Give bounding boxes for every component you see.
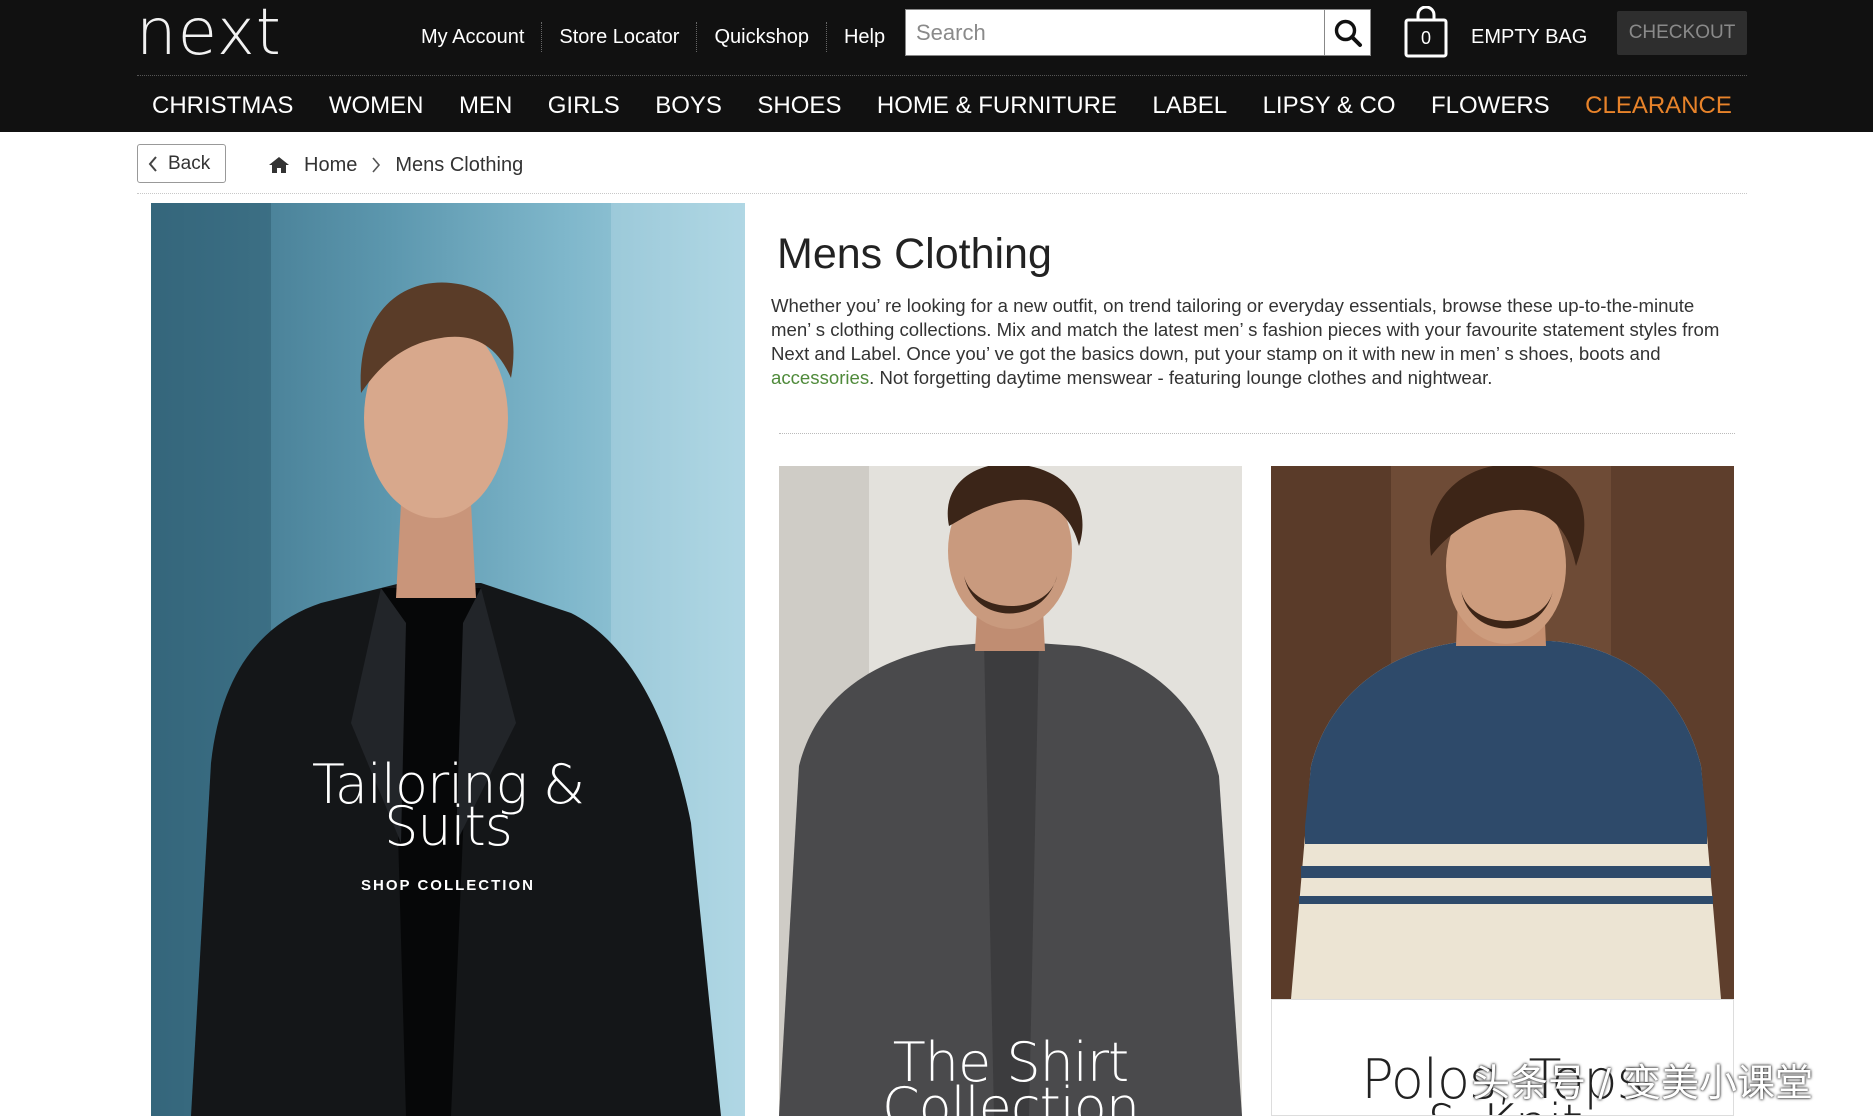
- nav-clearance[interactable]: CLEARANCE: [1585, 92, 1732, 120]
- breadcrumb-divider: [137, 193, 1747, 194]
- next-logo[interactable]: next: [136, 0, 282, 66]
- intro-text-end: . Not forgetting daytime menswear - feat…: [869, 367, 1493, 388]
- hero-title-line2: Suits: [384, 795, 513, 858]
- nav-women[interactable]: WOMEN: [329, 92, 424, 120]
- search-button[interactable]: [1324, 9, 1371, 56]
- home-icon[interactable]: [268, 156, 290, 174]
- nav-boys[interactable]: BOYS: [655, 92, 722, 120]
- intro-text: Whether you’ re looking for a new outfit…: [771, 294, 1721, 402]
- nav-girls[interactable]: GIRLS: [548, 92, 620, 120]
- back-button[interactable]: Back: [137, 144, 226, 183]
- shirt-title-line2: Collection: [881, 1076, 1140, 1116]
- shopping-bag[interactable]: 0: [1402, 5, 1450, 58]
- breadcrumb-home[interactable]: Home: [304, 154, 357, 177]
- store-locator-link[interactable]: Store Locator: [542, 22, 698, 52]
- shirt-model-image: [779, 466, 1242, 1116]
- search-input[interactable]: [906, 10, 1324, 55]
- search-box: [905, 9, 1325, 56]
- quickshop-link[interactable]: Quickshop: [697, 22, 827, 52]
- nav-label[interactable]: LABEL: [1152, 92, 1227, 120]
- breadcrumb: Home Mens Clothing: [268, 150, 523, 180]
- hero-model-image: [151, 203, 745, 1116]
- page-title: Mens Clothing: [777, 230, 1052, 278]
- utility-links: My Account Store Locator Quickshop Help: [404, 22, 902, 52]
- search-icon: [1334, 19, 1362, 47]
- site-header: next My Account Store Locator Quickshop …: [0, 0, 1873, 132]
- intro-divider: [779, 433, 1735, 434]
- chevron-right-icon: [372, 157, 381, 173]
- main-nav: CHRISTMAS WOMEN MEN GIRLS BOYS SHOES HOM…: [137, 84, 1747, 128]
- polos-knit-image[interactable]: [1271, 466, 1734, 999]
- shirt-collection-tile[interactable]: The Shirt Collection: [779, 466, 1242, 1116]
- nav-lipsy-co[interactable]: LIPSY & CO: [1263, 92, 1396, 120]
- back-label: Back: [168, 152, 211, 174]
- accessories-link[interactable]: accessories: [771, 367, 869, 388]
- bag-count: 0: [1420, 28, 1431, 48]
- tailoring-suits-tile[interactable]: Tailoring & Suits SHOP COLLECTION: [151, 203, 745, 1116]
- nav-home-furniture[interactable]: HOME & FURNITURE: [877, 92, 1117, 120]
- nav-flowers[interactable]: FLOWERS: [1431, 92, 1550, 120]
- checkout-button[interactable]: CHECKOUT: [1617, 11, 1747, 55]
- watermark: 头条号 / 变美小课堂: [1472, 1061, 1813, 1105]
- nav-men[interactable]: MEN: [459, 92, 512, 120]
- help-link[interactable]: Help: [827, 22, 902, 52]
- my-account-link[interactable]: My Account: [404, 22, 543, 52]
- nav-christmas[interactable]: CHRISTMAS: [152, 92, 293, 120]
- header-divider: [137, 75, 1747, 76]
- intro-text-start: Whether you’ re looking for a new outfit…: [771, 295, 1720, 364]
- chevron-left-icon: [148, 155, 157, 172]
- knit-model-image: [1271, 466, 1734, 999]
- nav-shoes[interactable]: SHOES: [757, 92, 841, 120]
- shop-collection-link[interactable]: SHOP COLLECTION: [151, 877, 745, 894]
- bag-label[interactable]: EMPTY BAG: [1471, 22, 1587, 52]
- breadcrumb-current: Mens Clothing: [395, 153, 524, 176]
